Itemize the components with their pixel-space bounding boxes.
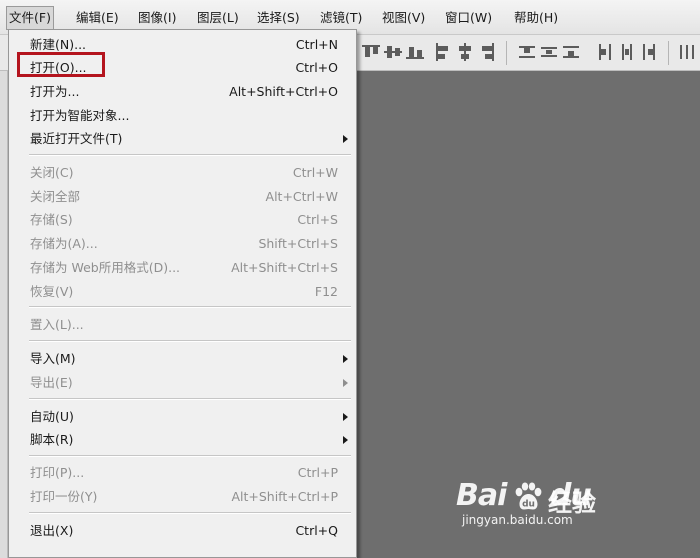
menu-item-label: 导出(E) bbox=[30, 375, 73, 390]
distribute-right-icon[interactable] bbox=[640, 43, 658, 61]
menu-window[interactable]: 窗口(W) bbox=[443, 6, 494, 30]
menu-item-export[interactable]: 导出(E) bbox=[9, 371, 356, 394]
menu-file[interactable]: 文件(F) bbox=[6, 6, 54, 30]
align-left-icon[interactable] bbox=[434, 43, 452, 61]
menu-separator bbox=[29, 455, 351, 457]
menu-item-automate[interactable]: 自动(U) bbox=[9, 405, 356, 428]
menu-item-shortcut: Alt+Shift+Ctrl+S bbox=[231, 260, 338, 275]
menu-item-close-all[interactable]: 关闭全部 Alt+Ctrl+W bbox=[9, 185, 356, 208]
menu-separator bbox=[29, 340, 351, 342]
menu-item-print-one-copy[interactable]: 打印一份(Y) Alt+Shift+Ctrl+P bbox=[9, 485, 356, 508]
highlight-annotation bbox=[17, 52, 105, 77]
menu-item-label: 存储为(A)... bbox=[30, 236, 98, 251]
menu-item-label: 存储(S) bbox=[30, 212, 73, 227]
menu-item-revert[interactable]: 恢复(V) F12 bbox=[9, 280, 356, 303]
distribute-top-icon[interactable] bbox=[518, 43, 536, 61]
menu-item-label: 打开为智能对象... bbox=[30, 108, 130, 123]
menu-view[interactable]: 视图(V) bbox=[380, 6, 427, 30]
menu-item-label: 退出(X) bbox=[30, 523, 74, 538]
menu-item-close[interactable]: 关闭(C) Ctrl+W bbox=[9, 161, 356, 184]
menu-separator bbox=[29, 512, 351, 514]
photoshop-window: 文件(F) 编辑(E) 图像(I) 图层(L) 选择(S) 滤镜(T) 视图(V… bbox=[0, 0, 700, 558]
menu-item-label: 置入(L)... bbox=[30, 317, 84, 332]
menu-item-save-for-web[interactable]: 存储为 Web所用格式(D)... Alt+Shift+Ctrl+S bbox=[9, 256, 356, 279]
menu-separator bbox=[29, 154, 351, 156]
menu-item-label: 打印(P)... bbox=[30, 465, 85, 480]
distribute-bottom-icon[interactable] bbox=[562, 43, 580, 61]
align-bottom-icon[interactable] bbox=[406, 43, 424, 61]
align-hcenter-icon[interactable] bbox=[456, 43, 474, 61]
watermark-logo: Bai du bbox=[456, 478, 592, 513]
menu-help[interactable]: 帮助(H) bbox=[512, 6, 560, 30]
menu-item-label: 导入(M) bbox=[30, 351, 76, 366]
menu-item-shortcut: Ctrl+W bbox=[292, 165, 338, 180]
menu-item-scripts[interactable]: 脚本(R) bbox=[9, 428, 356, 451]
file-menu-dropdown: 新建(N)... Ctrl+N 打开(O)... Ctrl+O 打开为... A… bbox=[8, 29, 357, 558]
menu-item-open-recent[interactable]: 最近打开文件(T) bbox=[9, 127, 356, 150]
menu-item-label: 打开为... bbox=[30, 84, 80, 99]
menu-item-shortcut: Alt+Shift+Ctrl+O bbox=[229, 84, 338, 99]
menu-item-shortcut: Alt+Shift+Ctrl+P bbox=[231, 489, 338, 504]
menu-item-place[interactable]: 置入(L)... bbox=[9, 313, 356, 336]
menu-layer[interactable]: 图层(L) bbox=[195, 6, 241, 30]
menu-item-label: 关闭全部 bbox=[30, 189, 81, 204]
menu-item-shortcut: Alt+Ctrl+W bbox=[265, 189, 338, 204]
align-right-icon[interactable] bbox=[478, 43, 496, 61]
menu-item-shortcut: Ctrl+P bbox=[297, 465, 338, 480]
tools-panel-edge bbox=[0, 71, 8, 558]
menu-image[interactable]: 图像(I) bbox=[136, 6, 178, 30]
toolbar-separator bbox=[668, 41, 669, 65]
menu-item-label: 最近打开文件(T) bbox=[30, 131, 123, 146]
watermark-url: jingyan.baidu.com bbox=[462, 513, 573, 527]
menu-item-shortcut: Ctrl+S bbox=[297, 212, 338, 227]
auto-align-icon[interactable] bbox=[678, 43, 696, 61]
watermark: Bai du du 经验 jingyan.baidu.com bbox=[456, 478, 666, 530]
menu-item-open-as[interactable]: 打开为... Alt+Shift+Ctrl+O bbox=[9, 80, 356, 103]
distribute-vcenter-icon[interactable] bbox=[540, 43, 558, 61]
submenu-arrow-icon bbox=[343, 413, 348, 421]
menu-item-label: 恢复(V) bbox=[30, 284, 74, 299]
align-top-icon[interactable] bbox=[362, 43, 380, 61]
menu-edit[interactable]: 编辑(E) bbox=[74, 6, 121, 30]
submenu-arrow-icon bbox=[343, 135, 348, 143]
menu-item-shortcut: Ctrl+O bbox=[295, 60, 338, 75]
menu-item-save-as[interactable]: 存储为(A)... Shift+Ctrl+S bbox=[9, 232, 356, 255]
align-vcenter-icon[interactable] bbox=[384, 43, 402, 61]
menu-item-shortcut: Ctrl+Q bbox=[295, 523, 338, 538]
menu-item-label: 打印一份(Y) bbox=[30, 489, 98, 504]
menu-item-label: 自动(U) bbox=[30, 409, 74, 424]
svg-text:du: du bbox=[522, 500, 535, 510]
distribute-left-icon[interactable] bbox=[596, 43, 614, 61]
menu-item-label: 脚本(R) bbox=[30, 432, 74, 447]
baidu-paw-icon: du bbox=[515, 482, 542, 510]
menu-separator bbox=[29, 306, 351, 308]
menu-item-import[interactable]: 导入(M) bbox=[9, 347, 356, 370]
menu-item-save[interactable]: 存储(S) Ctrl+S bbox=[9, 208, 356, 231]
distribute-hcenter-icon[interactable] bbox=[618, 43, 636, 61]
toolbar-separator bbox=[506, 41, 507, 65]
menu-filter[interactable]: 滤镜(T) bbox=[318, 6, 364, 30]
submenu-arrow-icon bbox=[343, 379, 348, 387]
menu-item-shortcut: F12 bbox=[314, 284, 338, 299]
menu-select[interactable]: 选择(S) bbox=[255, 6, 302, 30]
submenu-arrow-icon bbox=[343, 355, 348, 363]
menu-item-label: 关闭(C) bbox=[30, 165, 74, 180]
menu-separator bbox=[29, 398, 351, 400]
submenu-arrow-icon bbox=[343, 436, 348, 444]
menu-item-shortcut: Shift+Ctrl+S bbox=[258, 236, 338, 251]
menu-item-print[interactable]: 打印(P)... Ctrl+P bbox=[9, 461, 356, 484]
menu-item-shortcut: Ctrl+N bbox=[295, 37, 338, 52]
menu-item-open-smart-object[interactable]: 打开为智能对象... bbox=[9, 104, 356, 127]
menu-item-exit[interactable]: 退出(X) Ctrl+Q bbox=[9, 519, 356, 542]
menu-item-label: 存储为 Web所用格式(D)... bbox=[30, 260, 181, 275]
